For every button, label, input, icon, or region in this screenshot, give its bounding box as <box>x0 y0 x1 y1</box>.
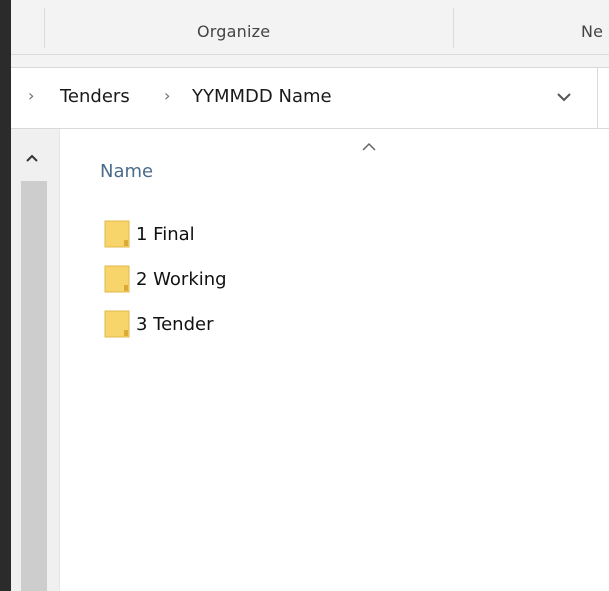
folder-icon <box>104 310 130 338</box>
file-list-pane: Name 1 Final 2 Working 3 Tender <box>60 129 609 591</box>
chevron-up-icon <box>26 154 38 162</box>
list-item[interactable]: 3 Tender <box>104 310 214 338</box>
address-history-dropdown[interactable] <box>551 84 577 110</box>
folder-name: 2 Working <box>136 268 227 290</box>
ribbon-divider <box>44 8 45 48</box>
list-item[interactable]: 2 Working <box>104 265 227 293</box>
folder-icon <box>104 220 130 248</box>
breadcrumb-item-current-folder[interactable]: YYMMDD Name <box>192 86 332 107</box>
ribbon-group-new[interactable]: Ne <box>581 22 603 41</box>
breadcrumb-chevron-icon[interactable]: › <box>28 86 34 105</box>
ribbon-spacer <box>11 55 609 67</box>
chevron-down-icon <box>557 93 571 102</box>
folder-name: 1 Final <box>136 223 195 245</box>
address-bar-divider <box>597 68 598 128</box>
address-bar[interactable]: › Tenders › YYMMDD Name <box>11 67 609 129</box>
scroll-up-button[interactable] <box>23 151 41 165</box>
breadcrumb-chevron-icon[interactable]: › <box>164 86 170 105</box>
folder-icon <box>104 265 130 293</box>
column-header-name[interactable]: Name <box>100 161 153 182</box>
navigation-pane-scrollbar[interactable] <box>11 129 60 591</box>
sort-ascending-icon <box>362 142 376 151</box>
file-explorer-window: Organize Ne › Tenders › YYMMDD Name Name <box>11 0 609 591</box>
folder-name: 3 Tender <box>136 313 214 335</box>
scrollbar-thumb[interactable] <box>21 181 47 591</box>
list-item[interactable]: 1 Final <box>104 220 195 248</box>
breadcrumb-item-tenders[interactable]: Tenders <box>60 86 130 107</box>
ribbon-divider <box>453 8 454 48</box>
ribbon-group-labels: Organize Ne <box>11 0 609 55</box>
ribbon-group-organize[interactable]: Organize <box>197 22 270 41</box>
